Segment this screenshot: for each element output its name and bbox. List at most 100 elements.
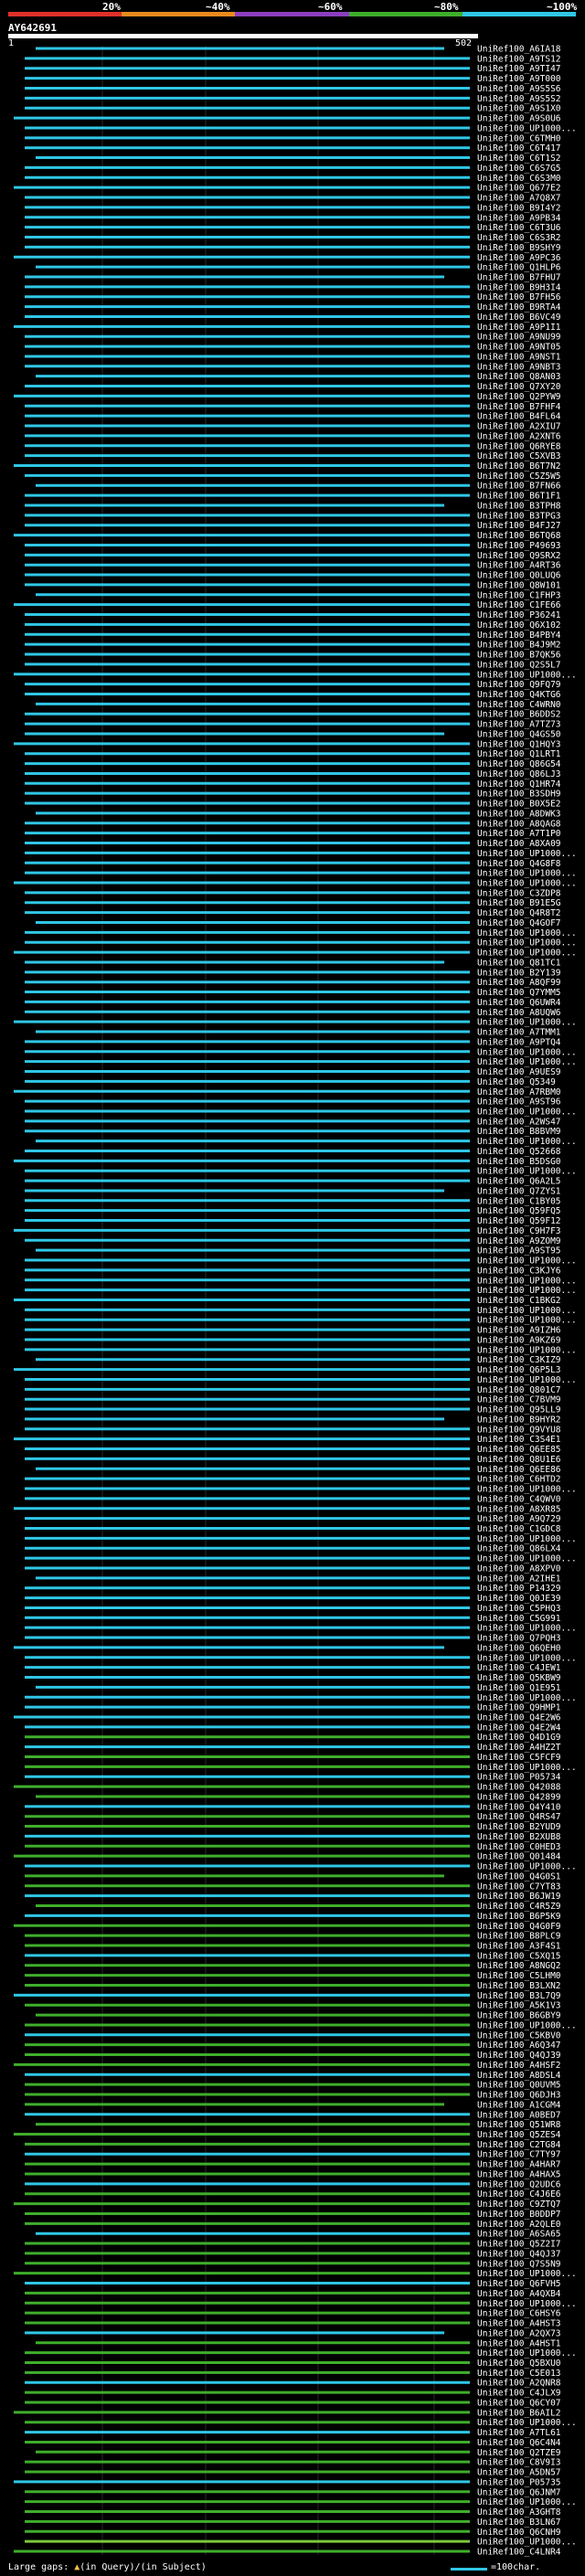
hit-row[interactable]: UniRef100_B9H3I4 <box>25 282 561 292</box>
hit-label[interactable]: UniRef100_A9NST1 <box>477 352 561 362</box>
hit-label[interactable]: UniRef100_A8XR85 <box>477 1504 561 1514</box>
hit-label[interactable]: UniRef100_B5DSG0 <box>477 1157 561 1167</box>
hit-row[interactable]: UniRef100_UP1000... <box>25 1862 577 1872</box>
hit-label[interactable]: UniRef100_UP1000... <box>477 2020 577 2030</box>
hit-row[interactable]: UniRef100_C5LHM0 <box>25 1971 561 1981</box>
hit-label[interactable]: UniRef100_B7FN66 <box>477 482 561 492</box>
hit-row[interactable]: UniRef100_C1FE66 <box>14 600 561 610</box>
hit-row[interactable]: UniRef100_A9TS12 <box>25 54 561 64</box>
hit-label[interactable]: UniRef100_Q7XY20 <box>477 382 561 392</box>
hit-label[interactable]: UniRef100_Q0LUQ6 <box>477 571 561 581</box>
hit-row[interactable]: UniRef100_C1BKG2 <box>14 1296 561 1306</box>
hit-label[interactable]: UniRef100_C8V9I3 <box>477 2458 561 2468</box>
hit-row[interactable]: UniRef100_C4WRN0 <box>36 700 561 710</box>
hit-label[interactable]: UniRef100_Q59FQ5 <box>477 1206 561 1216</box>
hit-label[interactable]: UniRef100_Q4E2W6 <box>477 1713 561 1723</box>
hit-row[interactable]: UniRef100_Q9HMP1 <box>25 1703 561 1713</box>
hit-row[interactable]: UniRef100_UP1000... <box>25 1763 577 1773</box>
hit-label[interactable]: UniRef100_A8NGQ2 <box>477 1961 561 1971</box>
hit-row[interactable]: UniRef100_Q4E2W6 <box>14 1713 561 1723</box>
hit-row[interactable]: UniRef100_Q81TC1 <box>25 958 561 968</box>
hit-label[interactable]: UniRef100_B0DDP7 <box>477 2210 561 2220</box>
hit-row[interactable]: UniRef100_Q4G0S1 <box>25 1871 561 1882</box>
hit-label[interactable]: UniRef100_A9PC36 <box>477 253 561 263</box>
hit-row[interactable]: UniRef100_C5XQ15 <box>25 1951 561 1961</box>
hit-label[interactable]: UniRef100_A7T1P0 <box>477 829 561 839</box>
hit-label[interactable]: UniRef100_UP1000... <box>477 2497 577 2507</box>
hit-label[interactable]: UniRef100_A2QX73 <box>477 2328 561 2338</box>
hit-label[interactable]: UniRef100_C3KJY6 <box>477 1266 561 1276</box>
hit-label[interactable]: UniRef100_A9TI47 <box>477 64 561 74</box>
hit-row[interactable]: UniRef100_Q6C4N4 <box>25 2438 561 2448</box>
hit-row[interactable]: UniRef100_B9SHY9 <box>25 243 561 253</box>
hit-label[interactable]: UniRef100_A2QNR8 <box>477 2379 561 2389</box>
hit-row[interactable]: UniRef100_Q42899 <box>36 1792 561 1802</box>
hit-label[interactable]: UniRef100_UP1000... <box>477 938 577 949</box>
hit-row[interactable]: UniRef100_C4QWV0 <box>25 1494 561 1504</box>
hit-label[interactable]: UniRef100_C6HSY6 <box>477 2309 561 2319</box>
hit-row[interactable]: UniRef100_Q6QEH0 <box>14 1643 561 1653</box>
hit-label[interactable]: UniRef100_UP1000... <box>477 1485 577 1495</box>
hit-row[interactable]: UniRef100_B6T7N2 <box>14 461 561 472</box>
hit-row[interactable]: UniRef100_B6DDS2 <box>25 710 561 720</box>
hit-label[interactable]: UniRef100_UP1000... <box>477 1306 577 1316</box>
hit-row[interactable]: UniRef100_Q6P5L3 <box>14 1365 561 1375</box>
hit-row[interactable]: UniRef100_UP1000... <box>25 1286 577 1296</box>
hit-row[interactable]: UniRef100_UP1000... <box>25 1167 577 1177</box>
hit-row[interactable]: UniRef100_B7QK56 <box>25 651 561 661</box>
hit-label[interactable]: UniRef100_Q6CY07 <box>477 2398 561 2408</box>
hit-row[interactable]: UniRef100_C5XVB3 <box>25 451 561 461</box>
hit-label[interactable]: UniRef100_Q2S5L7 <box>477 660 561 670</box>
hit-label[interactable]: UniRef100_B6T7N2 <box>477 461 561 472</box>
hit-label[interactable]: UniRef100_Q4KTG6 <box>477 690 561 700</box>
hit-label[interactable]: UniRef100_C7TY97 <box>477 2150 561 2160</box>
hit-label[interactable]: UniRef100_A8QF99 <box>477 978 561 988</box>
hit-label[interactable]: UniRef100_UP1000... <box>477 1862 577 1872</box>
hit-label[interactable]: UniRef100_A9IZH6 <box>477 1326 561 1336</box>
hit-label[interactable]: UniRef100_A2WS47 <box>477 1117 561 1127</box>
hit-row[interactable]: UniRef100_Q4G8F8 <box>25 859 561 869</box>
hit-label[interactable]: UniRef100_C4QWV0 <box>477 1494 561 1504</box>
hit-row[interactable]: UniRef100_A9IZH6 <box>25 1326 561 1336</box>
hit-label[interactable]: UniRef100_A2XNT6 <box>477 431 561 441</box>
hit-label[interactable]: UniRef100_Q42899 <box>477 1792 561 1802</box>
hit-label[interactable]: UniRef100_C4J6E6 <box>477 2189 561 2200</box>
hit-row[interactable]: UniRef100_Q95LL9 <box>25 1405 561 1415</box>
hit-label[interactable]: UniRef100_UP1000... <box>477 2348 577 2359</box>
hit-label[interactable]: UniRef100_C6T3U6 <box>477 223 561 233</box>
hit-row[interactable]: UniRef100_UP1000... <box>25 2418 577 2428</box>
hit-row[interactable]: UniRef100_Q6EE85 <box>25 1445 561 1455</box>
hit-row[interactable]: UniRef100_Q9VYU8 <box>25 1425 561 1435</box>
hit-label[interactable]: UniRef100_C5LHM0 <box>477 1971 561 1981</box>
hit-label[interactable]: UniRef100_C6TMH0 <box>477 133 561 143</box>
hit-row[interactable]: UniRef100_Q0JE39 <box>25 1594 561 1604</box>
hit-row[interactable]: UniRef100_B3TPG3 <box>25 511 561 521</box>
hit-label[interactable]: UniRef100_Q51WR8 <box>477 2120 561 2130</box>
hit-row[interactable]: UniRef100_A9NU99 <box>25 333 561 343</box>
hit-row[interactable]: UniRef100_UP1000... <box>25 1276 577 1286</box>
hit-label[interactable]: UniRef100_A4HAR7 <box>477 2160 561 2170</box>
hit-row[interactable]: UniRef100_UP1000... <box>25 1693 577 1703</box>
hit-label[interactable]: UniRef100_Q4QJ37 <box>477 2249 561 2259</box>
hit-label[interactable]: UniRef100_B6GBY9 <box>477 2011 561 2021</box>
hit-row[interactable]: UniRef100_UP1000... <box>25 1107 577 1117</box>
hit-label[interactable]: UniRef100_Q7YMM5 <box>477 988 561 998</box>
hit-label[interactable]: UniRef100_A7TMM1 <box>477 1028 561 1038</box>
hit-label[interactable]: UniRef100_C1GDC8 <box>477 1524 561 1534</box>
hit-label[interactable]: UniRef100_A9ZOM9 <box>477 1236 561 1246</box>
hit-label[interactable]: UniRef100_C5Z5W5 <box>477 472 561 482</box>
hit-label[interactable]: UniRef100_C0HED3 <box>477 1842 561 1852</box>
hit-row[interactable]: UniRef100_Q4QJ37 <box>25 2249 561 2259</box>
hit-label[interactable]: UniRef100_UP1000... <box>477 1653 577 1663</box>
hit-row[interactable]: UniRef100_C2TG84 <box>25 2140 561 2150</box>
hit-row[interactable]: UniRef100_C5E013 <box>25 2369 561 2379</box>
hit-row[interactable]: UniRef100_Q4R8T2 <box>25 908 561 918</box>
hit-row[interactable]: UniRef100_A9P1I1 <box>14 323 561 333</box>
hit-row[interactable]: UniRef100_B3TPH8 <box>25 501 561 511</box>
hit-label[interactable]: UniRef100_UP1000... <box>477 849 577 859</box>
hit-row[interactable]: UniRef100_C5KBV0 <box>25 2030 561 2041</box>
hit-row[interactable]: UniRef100_Q7S5N9 <box>25 2259 561 2269</box>
hit-label[interactable]: UniRef100_A7TL61 <box>477 2428 561 2438</box>
hit-row[interactable]: UniRef100_Q2UDC6 <box>25 2179 561 2189</box>
hit-row[interactable]: UniRef100_C6TMH0 <box>25 133 561 143</box>
